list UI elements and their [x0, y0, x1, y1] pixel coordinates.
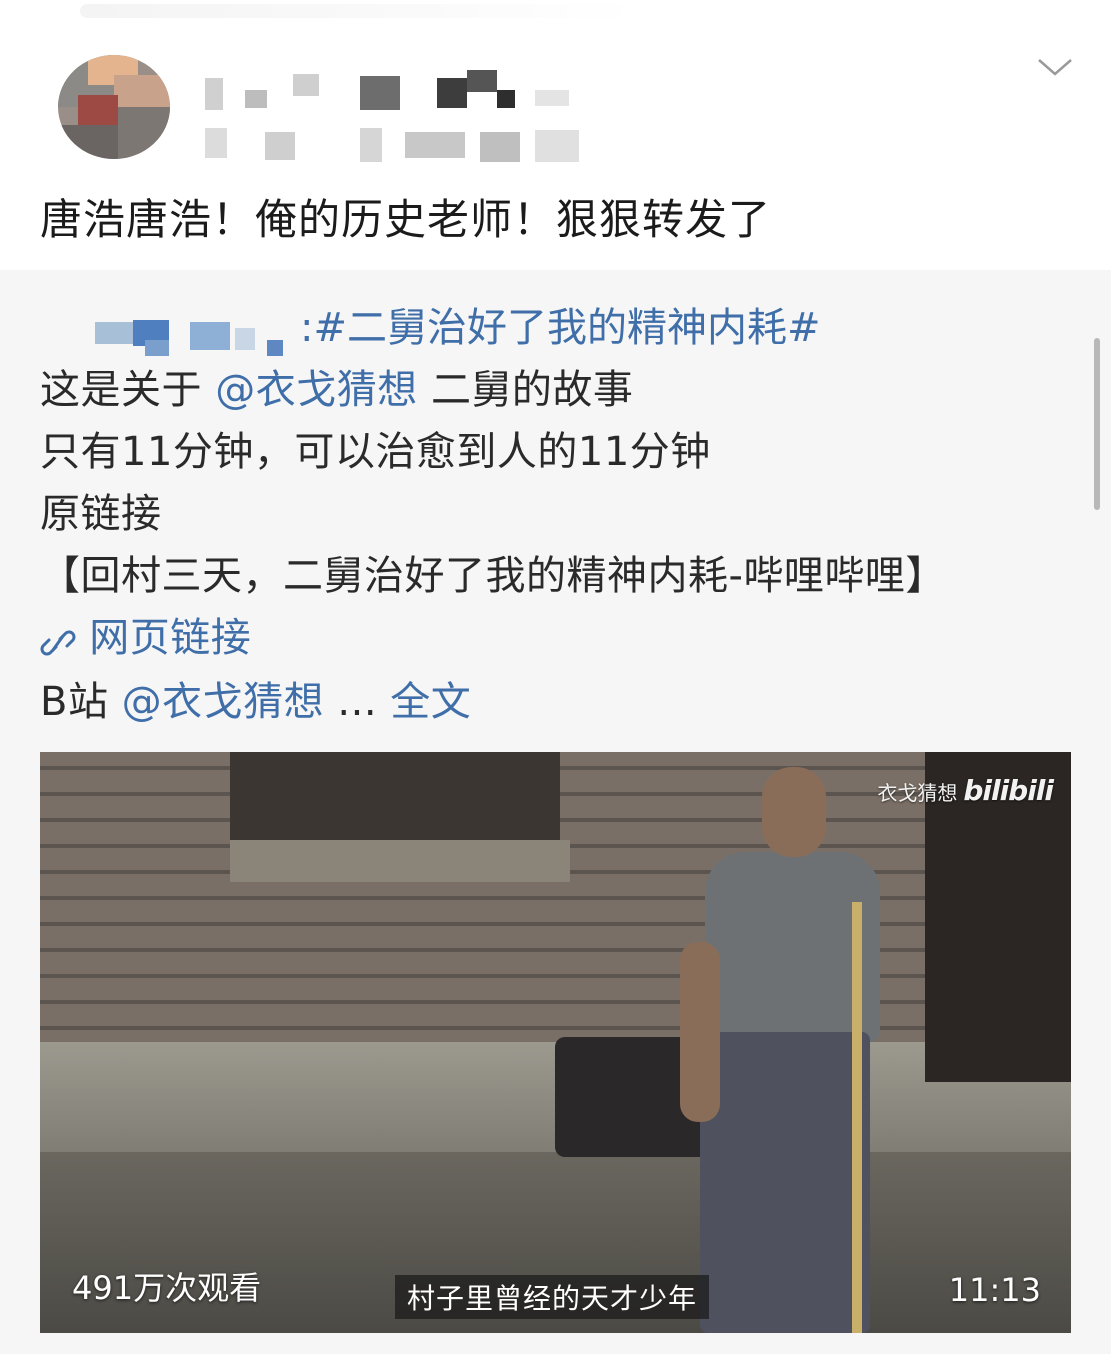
video-person-arm — [680, 942, 720, 1122]
repost-author-blurred[interactable] — [95, 320, 295, 360]
web-link[interactable]: 网页链接 — [40, 608, 251, 668]
video-duration: 11:13 — [948, 1271, 1041, 1309]
video-stone-step — [230, 840, 570, 882]
video-views: 491万次观看 — [72, 1269, 262, 1307]
repost-line-6: B站 @衣戈猜想 ... 全文 — [40, 672, 471, 732]
link-icon — [40, 620, 76, 660]
post-text: 唐浩唐浩！俺的历史老师！狠狠转发了 — [40, 195, 772, 244]
watermark-text: 衣戈猜想 — [877, 781, 958, 805]
video-person-pants — [700, 1032, 870, 1333]
post-header: 唐浩唐浩！俺的历史老师！狠狠转发了 — [0, 0, 1111, 270]
repost-line-4: 【回村三天，二舅治好了我的精神内耗-哔哩哔哩】 — [40, 553, 946, 599]
line1-prefix: 这是关于 — [40, 367, 202, 413]
avatar[interactable] — [58, 55, 170, 159]
chevron-down-icon[interactable] — [1035, 52, 1075, 82]
full-text-link[interactable]: 全文 — [390, 679, 471, 725]
bilibili-logo: bilibili — [963, 774, 1054, 807]
line1-suffix: 二舅的故事 — [430, 367, 634, 413]
video-watermark: 衣戈猜想 bilibili — [877, 774, 1054, 807]
repost-line-2: 只有11分钟，可以治愈到人的11分钟 — [40, 429, 711, 475]
video-cane — [852, 902, 862, 1333]
repost-line-1: 这是关于 @衣戈猜想 二舅的故事 — [40, 360, 633, 420]
mention-link-2[interactable]: @衣戈猜想 — [122, 679, 325, 725]
line6-prefix: B站 — [40, 679, 109, 725]
video-wall-shelf — [230, 752, 560, 847]
video-person-head — [762, 767, 826, 857]
mention-link[interactable]: @衣戈猜想 — [215, 367, 418, 413]
repost-line-3: 原链接 — [40, 491, 162, 537]
repost-topic-link[interactable]: :#二舅治好了我的精神内耗# — [300, 298, 821, 358]
username-blurred[interactable] — [205, 70, 595, 170]
top-fade — [80, 4, 640, 18]
video-subtitle: 村子里曾经的天才少年 — [395, 1275, 710, 1319]
ellipsis: ... — [337, 679, 378, 725]
video-thumbnail[interactable]: 衣戈猜想 bilibili 491万次观看 村子里曾经的天才少年 11:13 — [40, 752, 1071, 1333]
scrollbar[interactable] — [1094, 338, 1100, 510]
web-link-label: 网页链接 — [89, 615, 252, 661]
